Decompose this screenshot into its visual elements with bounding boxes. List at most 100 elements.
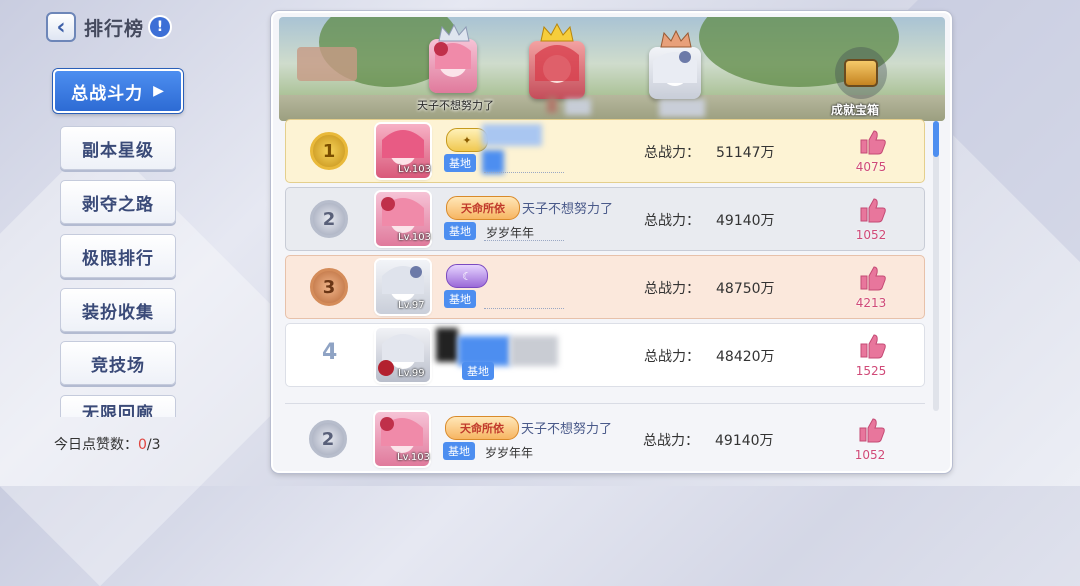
like-button[interactable] (856, 262, 888, 294)
level-label: Lv.103 (397, 452, 430, 463)
tab-label: 装扮收集 (82, 302, 154, 323)
likes-used: 0 (138, 437, 147, 453)
thumbs-up-icon (860, 130, 886, 155)
redacted-name (659, 99, 705, 117)
base-tag: 基地 (444, 222, 476, 240)
title-badge: 天命所依 (446, 196, 520, 220)
tab-total-power[interactable]: 总战斗力 ▶ (53, 69, 183, 113)
redacted-block (436, 328, 458, 362)
power-label: 总战力： (644, 213, 700, 229)
tab-plunder-road[interactable]: 剥夺之路 (60, 180, 176, 224)
like-button[interactable] (856, 126, 888, 158)
power-label: 总战力： (643, 433, 699, 449)
ranking-row[interactable]: 3 Lv.97 ☾ 基地 总战力： 48750万 4213 (285, 255, 925, 319)
like-button[interactable] (856, 194, 888, 226)
chest-label: 成就宝箱 (831, 103, 880, 117)
tab-endless-corridor[interactable]: 无限回廊 (60, 395, 176, 417)
divider (484, 172, 564, 173)
redacted-name (482, 124, 542, 146)
thumbs-up-icon (860, 198, 886, 223)
podium-name-2: 天子不想努力了 (417, 99, 494, 112)
avatar-art (535, 45, 579, 83)
like-count: 1052 (854, 448, 886, 462)
silver-crown-icon (438, 23, 470, 42)
like-count: 4213 (855, 296, 887, 310)
base-tag: 基地 (443, 442, 475, 460)
redacted-clan (482, 150, 504, 174)
title-badge: ☾ (446, 264, 488, 288)
tab-label: 剥夺之路 (82, 194, 154, 215)
treasure-chest-icon (844, 59, 878, 87)
ranking-panel: 天子不想努力了 成就宝箱 1 Lv.103 ✦ 基地 总战力： 51147万 4… (271, 11, 952, 473)
divider (484, 240, 564, 241)
info-icon[interactable]: ! (150, 17, 170, 37)
tab-label: 副本星级 (82, 140, 154, 161)
redacted-name (565, 99, 591, 115)
ranking-row[interactable]: 4 Lv.99 基地 总战力： 48420万 1525 (285, 323, 925, 387)
base-tag: 基地 (462, 362, 494, 380)
clan-name: 岁岁年年 (486, 226, 535, 240)
silver-medal-icon: 2 (309, 420, 347, 458)
podium-banner: 天子不想努力了 成就宝箱 (279, 17, 945, 121)
rank-number: 4 (322, 340, 338, 365)
partner-name: 天子不想努力了 (521, 422, 613, 437)
gold-medal-icon: 1 (310, 132, 348, 170)
power-value: 49140万 (716, 213, 775, 229)
bronze-crown-icon (660, 29, 692, 48)
base-tag: 基地 (444, 290, 476, 308)
power-label: 总战力： (644, 145, 700, 161)
level-label: Lv.103 (398, 232, 431, 243)
ranking-row[interactable]: 2 Lv.103 天命所依 天子不想努力了 基地 岁岁年年 总战力： 49140… (285, 187, 925, 251)
silver-medal-icon: 2 (310, 200, 348, 238)
likes-label: 今日点赞数： (54, 437, 138, 453)
avatar-art (653, 51, 697, 86)
like-count: 4075 (855, 160, 887, 174)
tab-clip: 无限回廊 (50, 395, 190, 417)
back-button[interactable]: ‹ (46, 12, 76, 42)
tab-dungeon-stars[interactable]: 副本星级 (60, 126, 176, 170)
tab-extreme-rank[interactable]: 极限排行 (60, 234, 176, 278)
level-label: Lv.97 (398, 300, 425, 311)
sign-shape (297, 47, 357, 81)
tab-label: 无限回廊 (82, 404, 154, 417)
ranking-row[interactable]: 1 Lv.103 ✦ 基地 总战力： 51147万 4075 (285, 119, 925, 183)
level-label: Lv.99 (398, 368, 425, 379)
power-value: 51147万 (716, 145, 775, 161)
like-button[interactable] (855, 414, 887, 446)
power-value: 48420万 (716, 349, 775, 365)
achievement-chest-button[interactable] (835, 47, 887, 99)
podium-avatar-1[interactable] (529, 41, 585, 99)
divider (484, 308, 564, 309)
redacted-block (510, 336, 558, 366)
podium-avatar-2[interactable] (429, 39, 477, 93)
podium-avatar-3[interactable] (649, 47, 701, 99)
power-label: 总战力： (644, 349, 700, 365)
chevron-right-icon: ▶ (153, 83, 165, 99)
thumbs-up-icon (859, 418, 885, 443)
tab-outfit-collection[interactable]: 装扮收集 (60, 288, 176, 332)
level-label: Lv.103 (398, 164, 431, 175)
daily-likes-counter: 今日点赞数：0/3 (54, 434, 161, 454)
tab-label: 总战斗力 (71, 83, 144, 104)
tab-arena[interactable]: 竞技场 (60, 341, 176, 385)
redacted-name (547, 97, 557, 113)
thumbs-up-icon (860, 266, 886, 291)
thumbs-up-icon (860, 334, 886, 359)
power-value: 49140万 (715, 433, 774, 449)
tab-label: 极限排行 (82, 248, 154, 269)
tab-label: 竞技场 (91, 355, 145, 376)
chevron-left-icon: ‹ (56, 14, 66, 40)
scrollbar-track[interactable] (933, 121, 939, 411)
like-count: 1052 (855, 228, 887, 242)
like-button[interactable] (856, 330, 888, 362)
page-title: 排行榜 (84, 18, 145, 40)
power-label: 总战力： (644, 281, 700, 297)
my-rank-row[interactable]: 2 Lv.103 天命所依 天子不想努力了 基地 岁岁年年 总战力： 49140… (285, 403, 925, 471)
likes-total: /3 (146, 437, 161, 453)
scrollbar-thumb[interactable] (933, 121, 939, 157)
title-badge: 天命所依 (445, 416, 519, 440)
bronze-medal-icon: 3 (310, 268, 348, 306)
base-tag: 基地 (444, 154, 476, 172)
like-count: 1525 (855, 364, 887, 378)
avatar-art (434, 42, 471, 77)
